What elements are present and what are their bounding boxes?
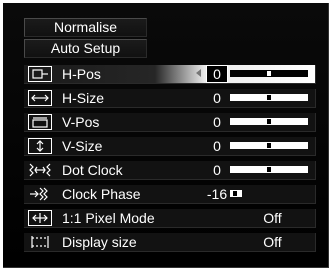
menu-item-value: 0 <box>213 114 221 130</box>
menu-item-display-size[interactable]: Display size Off <box>24 232 316 252</box>
slider-knob[interactable] <box>267 71 271 76</box>
auto-setup-button[interactable]: Auto Setup <box>24 39 147 58</box>
menu-item-h-size[interactable]: H-Size 0 <box>24 88 316 108</box>
menu-item-value: -16 <box>206 186 228 202</box>
slider-knob[interactable] <box>233 191 237 196</box>
pixel-mode-icon <box>28 210 52 226</box>
slider-knob[interactable] <box>267 167 271 172</box>
adjust-slider[interactable] <box>230 142 308 149</box>
menu-item-value: 0 <box>213 162 221 178</box>
display-size-icon <box>28 234 52 250</box>
normalise-button[interactable]: Normalise <box>24 18 147 37</box>
menu-item-label: Display size <box>62 234 137 250</box>
adjust-slider[interactable] <box>230 190 242 197</box>
adjust-slider[interactable] <box>230 94 308 101</box>
h-size-icon <box>28 90 52 106</box>
clock-phase-icon <box>28 186 52 202</box>
h-pos-icon <box>28 66 52 82</box>
menu-item-label: H-Pos <box>62 66 101 82</box>
adjust-slider[interactable] <box>230 118 308 125</box>
adjust-slider[interactable] <box>230 166 308 173</box>
menu-item-label: Clock Phase <box>62 186 141 202</box>
menu-item-value: 0 <box>213 138 221 154</box>
menu-item-clock-phase[interactable]: Clock Phase -16 <box>24 184 316 204</box>
menu-item-value: 0 <box>206 65 228 83</box>
left-arrow-icon[interactable] <box>196 69 201 77</box>
menu-item-v-size[interactable]: V-Size 0 <box>24 136 316 156</box>
menu-item-value: Off <box>263 234 282 250</box>
menu-item-label: Dot Clock <box>62 162 123 178</box>
menu-item-h-pos[interactable]: H-Pos 0 <box>24 64 316 84</box>
menu-item-label: V-Size <box>62 138 103 154</box>
dot-clock-icon <box>28 162 52 178</box>
menu-item-value: Off <box>263 210 282 226</box>
menu-item-label: V-Pos <box>62 114 100 130</box>
menu-item-value: 0 <box>213 90 221 106</box>
slider-knob[interactable] <box>267 95 271 100</box>
menu-item-dot-clock[interactable]: Dot Clock 0 <box>24 160 316 180</box>
slider-knob[interactable] <box>267 119 271 124</box>
slider-knob[interactable] <box>267 143 271 148</box>
v-size-icon <box>28 138 52 154</box>
menu-item-label: H-Size <box>62 90 105 106</box>
menu-item-label: 1:1 Pixel Mode <box>62 210 155 226</box>
osd-menu: Normalise Auto Setup H-Pos 0 H-Size 0 V-… <box>3 3 329 268</box>
menu-item-v-pos[interactable]: V-Pos 0 <box>24 112 316 132</box>
adjust-slider[interactable] <box>230 70 308 77</box>
v-pos-icon <box>28 114 52 130</box>
menu-item-pixel-mode[interactable]: 1:1 Pixel Mode Off <box>24 208 316 228</box>
